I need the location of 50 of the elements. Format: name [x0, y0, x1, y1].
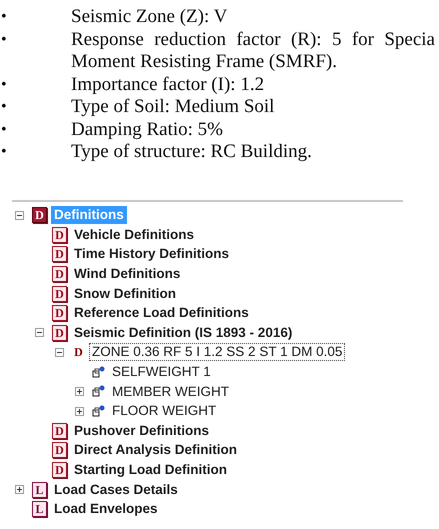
tree-item[interactable]: Time History Definitions	[71, 245, 232, 264]
collapse-icon[interactable]	[55, 348, 64, 357]
tree-item[interactable]: ZONE 0.36 RF 5 I 1.2 SS 2 ST 1 DM 0.05	[89, 343, 346, 362]
definition-icon: D	[52, 462, 67, 478]
load-icon	[92, 385, 105, 398]
definition-icon: D	[52, 266, 67, 282]
tree-item[interactable]: Wind Definitions	[71, 265, 184, 284]
load-icon: L	[32, 482, 47, 498]
definition-icon: D	[52, 422, 67, 439]
tree-item[interactable]: Vehicle Definitions	[71, 226, 198, 244]
bullet: •	[0, 74, 8, 94]
expand-icon[interactable]	[15, 485, 24, 494]
list-text: Response reduction factor (R): 5 for Specia	[71, 28, 435, 51]
bullet: •	[0, 142, 8, 162]
tree-item[interactable]: Direct Analysis Definition	[71, 441, 240, 460]
definition-icon: D	[52, 286, 67, 302]
definition-icon: D	[32, 207, 47, 224]
bullet: •	[0, 120, 8, 140]
expand-icon[interactable]	[75, 406, 84, 416]
list-text: Damping Ratio: 5%	[71, 118, 224, 141]
bullet: •	[0, 97, 8, 117]
list-text: Seismic Zone (Z): V	[71, 6, 228, 28]
tree-item[interactable]: Reference Load Definitions	[71, 304, 252, 322]
tree-item[interactable]: Snow Definition	[71, 284, 179, 303]
definition-icon: D	[52, 246, 67, 262]
load-icon	[92, 404, 105, 418]
definition-icon: D	[52, 226, 67, 243]
list-text: Type of Soil: Medium Soil	[71, 96, 276, 118]
collapse-icon[interactable]	[35, 328, 44, 338]
definition-icon: D	[52, 305, 67, 322]
tree-item[interactable]: Pushover Definitions	[71, 422, 212, 440]
list-text: Moment Resisting Frame (SMRF).	[71, 51, 338, 74]
collapse-icon[interactable]	[15, 210, 24, 220]
tree-item[interactable]: FLOOR WEIGHT	[109, 402, 220, 420]
load-icon: L	[32, 501, 47, 518]
tree-item[interactable]: Load Envelopes	[51, 500, 161, 518]
tree-item[interactable]: Load Cases Details	[51, 480, 181, 499]
bullet: •	[0, 7, 8, 27]
definition-icon: D	[72, 344, 85, 360]
tree-item[interactable]: SELFWEIGHT 1	[109, 363, 214, 382]
tree-item[interactable]: Starting Load Definition	[71, 461, 230, 480]
definition-icon: D	[52, 324, 67, 341]
definition-icon: D	[52, 442, 67, 458]
list-text: Type of structure: RC Building.	[71, 141, 313, 164]
expand-icon[interactable]	[75, 387, 84, 396]
tree-item[interactable]: Seismic Definition (IS 1893 - 2016)	[71, 324, 296, 342]
tree-item[interactable]: MEMBER WEIGHT	[109, 382, 232, 401]
load-icon	[92, 366, 105, 379]
list-text: Importance factor (I): 1.2	[71, 74, 266, 96]
bullet: •	[0, 30, 8, 50]
